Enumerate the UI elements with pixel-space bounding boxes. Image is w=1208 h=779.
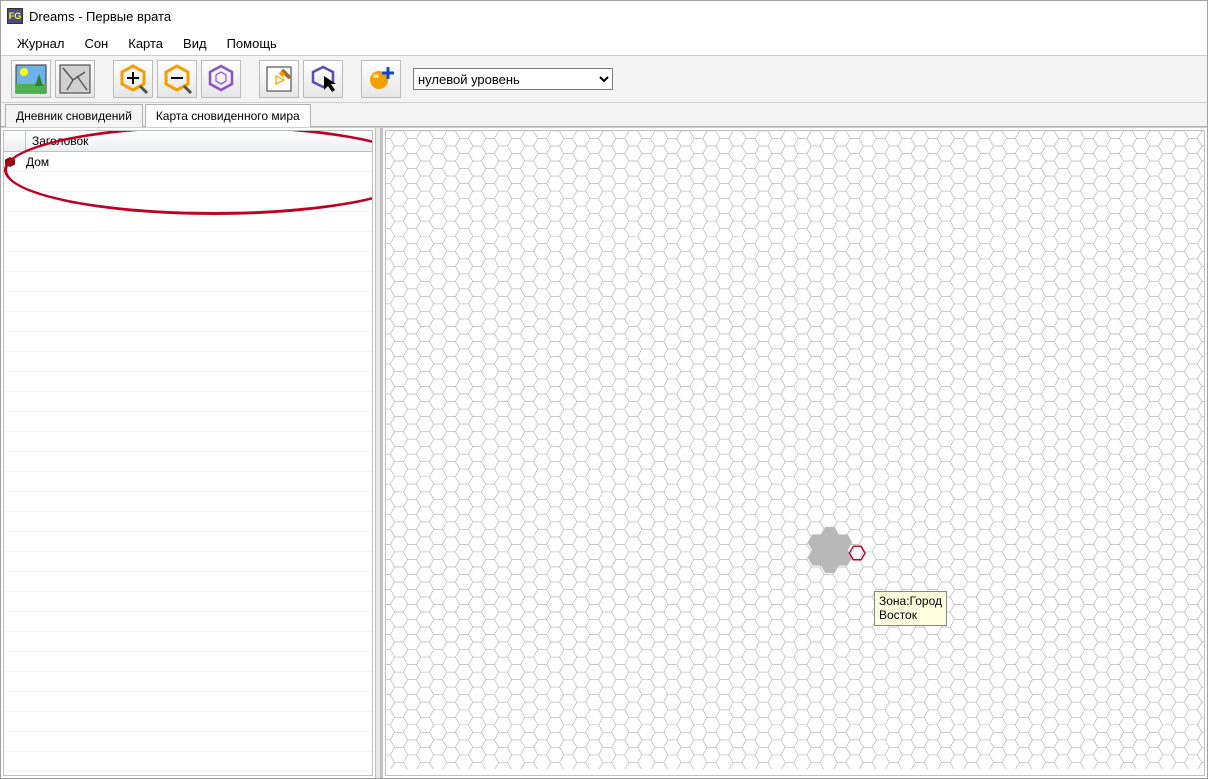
list-header-title-col[interactable]: Заголовок bbox=[26, 131, 372, 151]
app-icon: FG bbox=[7, 8, 23, 24]
scene-button[interactable] bbox=[11, 60, 51, 98]
hex-filled-red-icon bbox=[4, 156, 26, 168]
hexgrid-icon bbox=[206, 64, 236, 94]
list-rows: Дом bbox=[4, 152, 372, 775]
map-area[interactable]: Зона:Город Восток bbox=[385, 130, 1205, 776]
zoom-in-icon bbox=[118, 64, 148, 94]
grid-view-button[interactable] bbox=[201, 60, 241, 98]
draw-zone-icon bbox=[264, 64, 294, 94]
hex-select-button[interactable] bbox=[303, 60, 343, 98]
list-item[interactable]: Дом bbox=[4, 152, 372, 172]
crack-button[interactable] bbox=[55, 60, 95, 98]
content-area: Заголовок Дом Зона:Город Восток bbox=[1, 127, 1207, 778]
menu-view[interactable]: Вид bbox=[173, 34, 217, 53]
add-sphere-button[interactable] bbox=[361, 60, 401, 98]
zoom-out-button[interactable] bbox=[157, 60, 197, 98]
toolbar: нулевой уровень bbox=[1, 55, 1207, 103]
zoom-out-icon bbox=[162, 64, 192, 94]
tab-diary[interactable]: Дневник сновидений bbox=[5, 104, 143, 127]
level-select[interactable]: нулевой уровень bbox=[413, 68, 613, 90]
list-item-label: Дом bbox=[26, 155, 49, 169]
tab-map[interactable]: Карта сновиденного мира bbox=[145, 104, 311, 127]
list-area: Заголовок Дом bbox=[3, 130, 373, 776]
menu-help[interactable]: Помощь bbox=[217, 34, 287, 53]
map-tooltip: Зона:Город Восток bbox=[874, 591, 947, 626]
menu-map[interactable]: Карта bbox=[118, 34, 173, 53]
crack-icon bbox=[59, 64, 91, 94]
titlebar: FG Dreams - Первые врата bbox=[1, 1, 1207, 31]
app-window: FG Dreams - Первые врата Журнал Сон Карт… bbox=[0, 0, 1208, 779]
splitter-handle[interactable] bbox=[375, 128, 381, 778]
hex-select-icon bbox=[308, 64, 338, 94]
menu-sleep[interactable]: Сон bbox=[74, 34, 118, 53]
scene-icon bbox=[15, 64, 47, 94]
level-combo[interactable]: нулевой уровень bbox=[413, 68, 613, 90]
menu-journal[interactable]: Журнал bbox=[7, 34, 74, 53]
list-header: Заголовок bbox=[4, 131, 372, 152]
menubar: Журнал Сон Карта Вид Помощь bbox=[1, 31, 1207, 55]
list-header-icon-col[interactable] bbox=[4, 131, 26, 151]
window-title: Dreams - Первые врата bbox=[29, 9, 171, 24]
draw-zone-button[interactable] bbox=[259, 60, 299, 98]
tab-bar: Дневник сновидений Карта сновиденного ми… bbox=[1, 103, 1207, 127]
hexgrid-canvas[interactable] bbox=[386, 131, 1204, 769]
sphere-plus-icon bbox=[366, 64, 396, 94]
sidebar: Заголовок Дом bbox=[1, 128, 383, 778]
zoom-in-button[interactable] bbox=[113, 60, 153, 98]
